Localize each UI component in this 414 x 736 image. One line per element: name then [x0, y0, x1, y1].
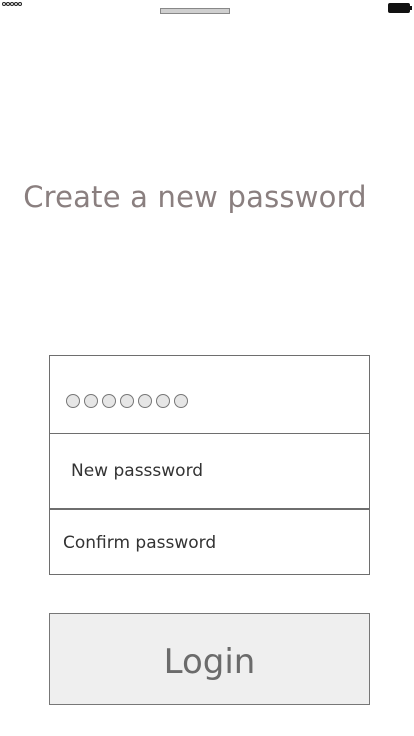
- login-button-label: Login: [163, 642, 256, 682]
- login-button[interactable]: Login: [49, 613, 370, 705]
- password-form: New passsword Confirm password: [49, 355, 370, 575]
- confirm-password-field[interactable]: Confirm password: [49, 509, 370, 575]
- code-digit-circle: [66, 394, 80, 408]
- verification-code-dots: [66, 394, 188, 408]
- new-password-field[interactable]: New passsword: [49, 434, 370, 509]
- code-digit-circle: [174, 394, 188, 408]
- code-digit-circle: [84, 394, 98, 408]
- signal-strength-icon: [2, 2, 22, 6]
- verification-code-field[interactable]: [49, 355, 370, 434]
- signal-dot: [18, 2, 22, 6]
- new-password-placeholder: New passsword: [71, 461, 204, 481]
- code-digit-circle: [138, 394, 152, 408]
- code-digit-circle: [120, 394, 134, 408]
- confirm-password-placeholder: Confirm password: [63, 533, 217, 553]
- code-digit-circle: [156, 394, 170, 408]
- status-bar: [0, 0, 414, 20]
- speaker-grille: [160, 8, 230, 14]
- page-title: Create a new password: [23, 180, 367, 214]
- battery-icon: [388, 3, 412, 13]
- code-digit-circle: [102, 394, 116, 408]
